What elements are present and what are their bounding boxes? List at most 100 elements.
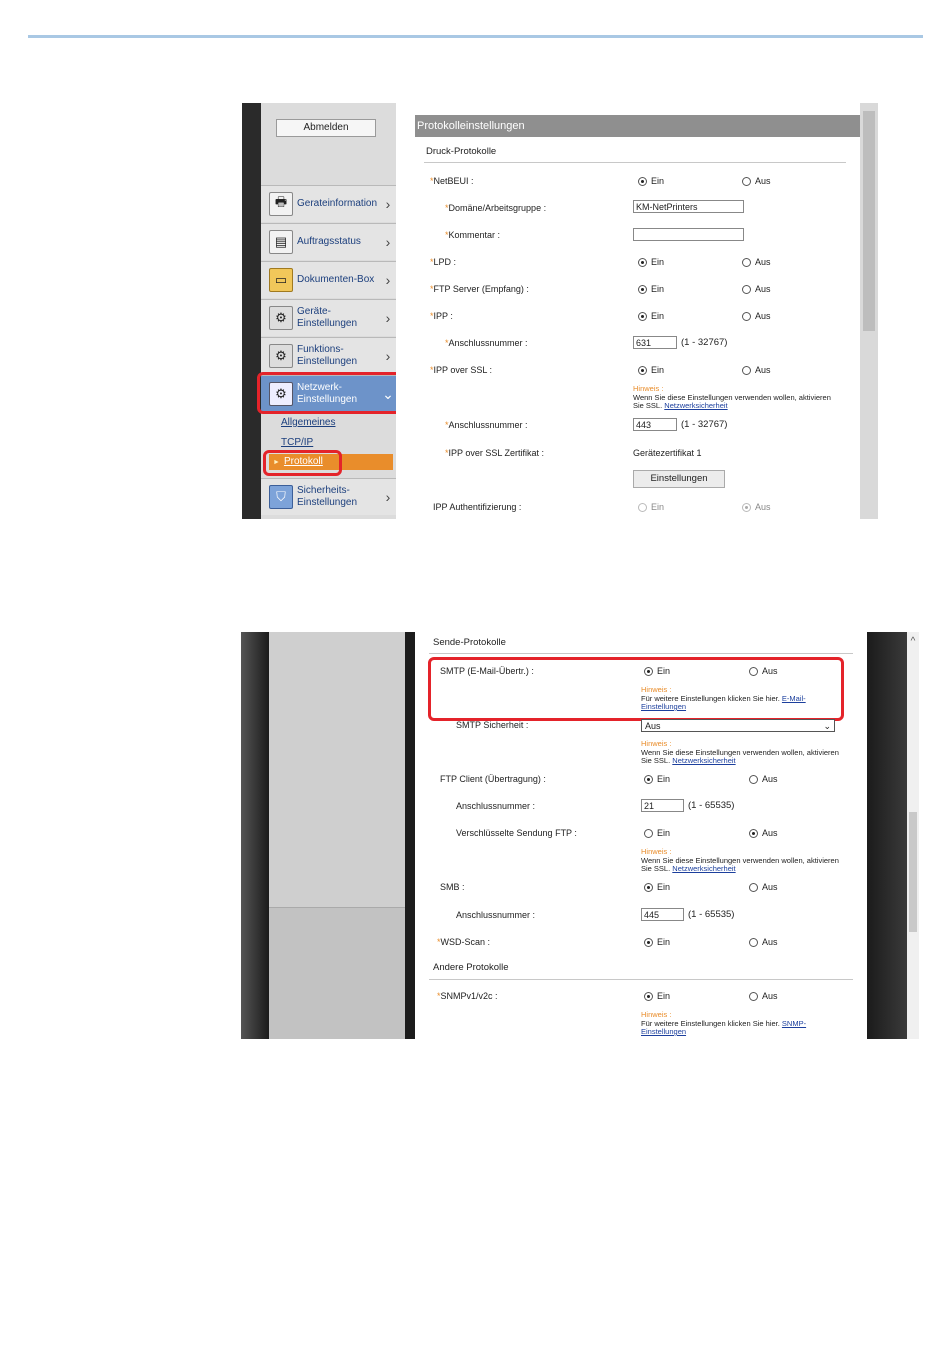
- network-security-link[interactable]: Netzwerksicherheit: [672, 756, 735, 765]
- snmp-off-radio[interactable]: Aus: [749, 991, 778, 1001]
- scrollbar-thumb[interactable]: [863, 111, 875, 331]
- ipp-on-radio[interactable]: Ein: [638, 311, 664, 321]
- job-status-icon: ▤: [269, 230, 293, 254]
- settings-button[interactable]: Einstellungen: [633, 470, 725, 488]
- ipp-off-radio[interactable]: Aus: [742, 311, 771, 321]
- ipp-ssl-on-radio[interactable]: Ein: [638, 365, 664, 375]
- ipp-ssl-cert-value: Gerätezertifikat 1: [633, 448, 702, 458]
- smb-port-input[interactable]: 445: [641, 908, 684, 921]
- ipp-auth-label: IPP Authentifizierung :: [433, 502, 522, 512]
- ftps-hint: Hinweis : Wenn Sie diese Einstellungen ve…: [641, 847, 839, 873]
- ipp-port-label: *Anschlussnummer :: [445, 338, 528, 348]
- ftp-port-input[interactable]: 21: [641, 799, 684, 812]
- chevron-right-icon: ›: [385, 234, 391, 250]
- document-box-icon: ▭: [269, 268, 293, 292]
- domain-label: *Domäne/Arbeitsgruppe :: [445, 203, 547, 213]
- ipp-port-input[interactable]: 631: [633, 336, 677, 349]
- ftp-port-label: Anschlussnummer :: [456, 801, 536, 811]
- sidebar: [269, 632, 405, 1039]
- scrollbar[interactable]: [860, 103, 878, 519]
- sidebar-item-document-box[interactable]: ▭ Dokumenten-Box ›: [261, 261, 396, 298]
- sidebar-item-function-settings[interactable]: ⚙ Funktions- Einstellungen ›: [261, 337, 396, 374]
- ftp-server-off-radio[interactable]: Aus: [742, 284, 771, 294]
- main-panel: Sende-Protokolle SMTP (E-Mail-Übertr.) :…: [415, 632, 867, 1039]
- netbeui-on-radio[interactable]: Ein: [638, 176, 664, 186]
- highlight-network-settings: [257, 372, 407, 414]
- sidebar-item-label: Sicherheits- Einstellungen: [297, 485, 358, 508]
- ftps-on-radio[interactable]: Ein: [644, 828, 670, 838]
- smtp-security-label: SMTP Sicherheit :: [456, 720, 529, 730]
- ipp-ssl-label: *IPP over SSL :: [430, 365, 493, 375]
- domain-input[interactable]: KM-NetPrinters: [633, 200, 744, 213]
- ipp-auth-off-radio[interactable]: Aus: [742, 502, 771, 512]
- lpd-label: *LPD :: [430, 257, 457, 267]
- screenshot-send-protocols: Sende-Protokolle SMTP (E-Mail-Übertr.) :…: [241, 632, 919, 1039]
- ftp-port-range: (1 - 65535): [688, 800, 735, 811]
- sidebar-item-label: Geräte- Einstellungen: [297, 306, 358, 329]
- left-dark-margin: [241, 632, 269, 1039]
- comment-input[interactable]: [633, 228, 744, 241]
- ipp-port-range: (1 - 32767): [681, 337, 728, 348]
- right-dark-margin: [867, 632, 907, 1039]
- lpd-off-radio[interactable]: Aus: [742, 257, 771, 267]
- wsd-scan-label: *WSD-Scan :: [437, 937, 491, 947]
- chevron-right-icon: ›: [385, 272, 391, 288]
- ftps-label: Verschlüsselte Sendung FTP :: [456, 828, 577, 838]
- ipp-ssl-off-radio[interactable]: Aus: [742, 365, 771, 375]
- ftp-client-on-radio[interactable]: Ein: [644, 774, 670, 784]
- network-security-link[interactable]: Netzwerksicherheit: [664, 401, 727, 410]
- lpd-on-radio[interactable]: Ein: [638, 257, 664, 267]
- section-heading: Druck-Protokolle: [426, 146, 497, 157]
- smb-on-radio[interactable]: Ein: [644, 882, 670, 892]
- divider: [405, 632, 415, 1039]
- ipp-ssl-port-range: (1 - 32767): [681, 419, 728, 430]
- sidebar-item-security-settings[interactable]: ⛉ Sicherheits- Einstellungen ›: [261, 478, 396, 515]
- snmp-on-radio[interactable]: Ein: [644, 991, 670, 1001]
- sidebar-item-job-status[interactable]: ▤ Auftragsstatus ›: [261, 223, 396, 260]
- function-settings-icon: ⚙: [269, 344, 293, 368]
- smb-port-range: (1 - 65535): [688, 909, 735, 920]
- scroll-up-icon[interactable]: ^: [907, 636, 919, 647]
- sidebar-item-device-settings[interactable]: ⚙ Geräte- Einstellungen ›: [261, 299, 396, 336]
- section-divider: [429, 979, 853, 980]
- smtp-security-select[interactable]: Aus ⌄: [641, 719, 835, 732]
- ipp-ssl-port-input[interactable]: 443: [633, 418, 677, 431]
- netbeui-off-radio[interactable]: Aus: [742, 176, 771, 186]
- screenshot-protocol-settings: Abmelden 🖶 Gerateinformation › ▤ Auftrag…: [242, 103, 878, 519]
- snmp-hint: Hinweis : Für weitere Einstellungen klick…: [641, 1010, 807, 1036]
- smtp-security-hint: Hinweis : Wenn Sie diese Einstellungen ve…: [641, 739, 839, 765]
- ftp-client-off-radio[interactable]: Aus: [749, 774, 778, 784]
- ftp-client-label: FTP Client (Übertragung) :: [440, 774, 546, 784]
- ftp-server-on-radio[interactable]: Ein: [638, 284, 664, 294]
- sidebar-item-label: Funktions- Einstellungen: [297, 344, 358, 367]
- device-info-icon: 🖶: [269, 192, 293, 216]
- sidebar-subitem-tcpip[interactable]: TCP/IP: [281, 437, 313, 448]
- chevron-right-icon: ›: [385, 310, 391, 326]
- ipp-ssl-hint: Hinweis : Wenn Sie diese Einstellungen ve…: [633, 384, 831, 410]
- shield-icon: ⛉: [269, 485, 293, 509]
- sidebar-panel: [269, 632, 405, 908]
- sidebar-item-label: Auftragsstatus: [297, 236, 361, 247]
- sidebar-item-label: Dokumenten-Box: [297, 274, 375, 285]
- highlight-protocol: [263, 450, 342, 476]
- sidebar-subitem-general[interactable]: Allgemeines: [281, 417, 335, 428]
- wsd-scan-on-radio[interactable]: Ein: [644, 937, 670, 947]
- section-divider: [429, 653, 853, 654]
- section-heading-other: Andere Protokolle: [433, 962, 509, 973]
- smb-off-radio[interactable]: Aus: [749, 882, 778, 892]
- highlight-smtp: [428, 657, 844, 721]
- sidebar-item-device-info[interactable]: 🖶 Gerateinformation ›: [261, 185, 396, 222]
- wsd-scan-off-radio[interactable]: Aus: [749, 937, 778, 947]
- logout-button[interactable]: Abmelden: [276, 119, 376, 137]
- ftps-off-radio[interactable]: Aus: [749, 828, 778, 838]
- comment-label: *Kommentar :: [445, 230, 501, 240]
- netbeui-label: *NetBEUI :: [430, 176, 474, 186]
- network-security-link[interactable]: Netzwerksicherheit: [672, 864, 735, 873]
- scrollbar-thumb[interactable]: [909, 812, 917, 932]
- chevron-right-icon: ›: [385, 489, 391, 505]
- sidebar-item-label: Gerateinformation: [297, 198, 378, 209]
- ipp-auth-on-radio[interactable]: Ein: [638, 502, 664, 512]
- scrollbar[interactable]: ^: [907, 632, 919, 1039]
- smb-label: SMB :: [440, 882, 465, 892]
- device-settings-icon: ⚙: [269, 306, 293, 330]
